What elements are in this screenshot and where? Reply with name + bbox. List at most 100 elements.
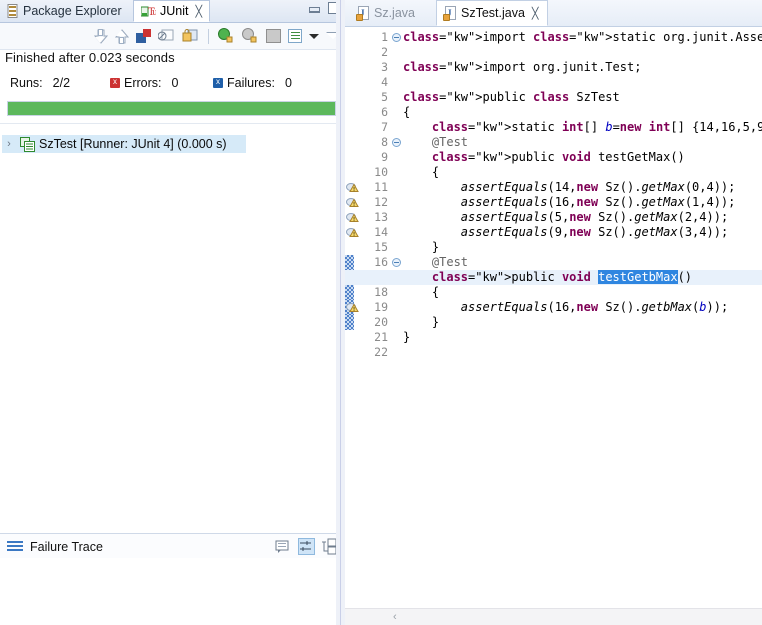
package-explorer-icon: [7, 4, 19, 18]
junit-counters: Runs: 2/2 Errors: 0 Failures: 0: [0, 74, 344, 96]
eclipse-workbench: Package Explorer T u JUnit ╳ Finished af…: [0, 0, 762, 625]
editor-tabbar: J Sz.java J SzTest.java ╳: [345, 0, 762, 27]
chevron-down-icon[interactable]: [309, 33, 319, 39]
error-box-icon: [110, 76, 120, 88]
code-line[interactable]: }: [403, 240, 439, 255]
line-number: 5: [381, 90, 388, 104]
code-line[interactable]: @Test: [403, 135, 468, 150]
code-line[interactable]: {: [403, 285, 439, 300]
line-number: 19: [374, 300, 388, 314]
editor-source-text[interactable]: class="kw">import class="kw">static org.…: [345, 27, 762, 609]
warning-marker-icon[interactable]: [346, 211, 360, 224]
close-icon[interactable]: ╳: [195, 5, 202, 18]
code-editor[interactable]: 12345678910111213141516171819202122 clas…: [345, 27, 762, 609]
change-bar-segment: [345, 255, 354, 270]
rerun-test-icon[interactable]: [218, 27, 235, 45]
code-line[interactable]: }: [403, 315, 439, 330]
fold-toggle-icon[interactable]: [391, 135, 402, 150]
code-line[interactable]: class="kw">public void testGetbMax(): [403, 270, 692, 285]
editor-tab-sztest[interactable]: J SzTest.java ╳: [436, 0, 548, 26]
text-selection: testGetbMax: [598, 270, 678, 284]
warning-marker-icon[interactable]: [346, 196, 360, 209]
editor-tab-label-sz: Sz.java: [374, 6, 415, 20]
code-line[interactable]: class="kw">static int[] b=new int[] {14,…: [403, 120, 762, 135]
code-line[interactable]: class="kw">public class SzTest: [403, 90, 620, 105]
toolbar-separator: [208, 28, 209, 44]
next-failed-test-icon[interactable]: [93, 28, 109, 44]
counter-errors-value: 0: [171, 76, 179, 90]
line-number: 4: [381, 75, 388, 89]
previous-failed-test-icon[interactable]: [114, 28, 130, 44]
stop-junit-test-run-icon[interactable]: [157, 28, 175, 45]
code-line[interactable]: class="kw">import org.junit.Test;: [403, 60, 641, 75]
lock-scroll-icon[interactable]: [182, 28, 199, 45]
line-number: 22: [374, 345, 388, 359]
warning-marker-icon[interactable]: [346, 301, 360, 314]
line-number: 7: [381, 120, 388, 134]
tree-item-label: SzTest [Runner: JUnit 4] (0.000 s): [39, 137, 227, 151]
line-number: 18: [374, 285, 388, 299]
editor-line-numbers: 12345678910111213141516171819202122: [362, 27, 390, 609]
editor-horizontal-scrollbar[interactable]: ‹: [345, 608, 762, 625]
line-number: 6: [381, 105, 388, 119]
show-failures-only-icon[interactable]: [136, 29, 151, 43]
scroll-left-icon[interactable]: ‹: [393, 611, 397, 623]
tree-item-sztest[interactable]: › SzTest [Runner: JUnit 4] (0.000 s): [2, 135, 246, 153]
line-number: 12: [374, 195, 388, 209]
counter-errors-label: Errors:: [124, 76, 162, 90]
panel-divider[interactable]: [336, 0, 345, 625]
tab-junit[interactable]: T u JUnit ╳: [133, 0, 211, 22]
failure-trace-icon: [7, 540, 23, 553]
line-number: 10: [374, 165, 388, 179]
code-line[interactable]: class="kw">import class="kw">static org.…: [403, 30, 762, 45]
rerun-test-failures-icon[interactable]: [242, 27, 259, 45]
line-number: 13: [374, 210, 388, 224]
failure-trace-body[interactable]: [0, 558, 344, 625]
junit-results-tree[interactable]: › SzTest [Runner: JUnit 4] (0.000 s): [0, 123, 344, 529]
code-line[interactable]: assertEquals(5,new Sz().getMax(2,4));: [403, 210, 728, 225]
junit-progress-bar: [7, 101, 336, 116]
editor-tab-sz[interactable]: J Sz.java: [350, 0, 423, 26]
warning-marker-icon[interactable]: [346, 181, 360, 194]
history-icon[interactable]: [266, 29, 281, 43]
junit-view-panel: Package Explorer T u JUnit ╳ Finished af…: [0, 0, 344, 625]
line-number: 21: [374, 330, 388, 344]
code-line[interactable]: }: [403, 330, 410, 345]
line-number: 3: [381, 60, 388, 74]
tab-label-package-explorer: Package Explorer: [23, 4, 122, 18]
junit-toolbar: [0, 23, 344, 50]
line-number: 9: [381, 150, 388, 164]
fold-toggle-icon[interactable]: [391, 255, 402, 270]
code-line[interactable]: assertEquals(9,new Sz().getMax(3,4));: [403, 225, 728, 240]
counter-runs-label: Runs:: [10, 76, 43, 90]
code-line[interactable]: @Test: [403, 255, 468, 270]
junit-icon: T u: [140, 4, 158, 18]
counter-failures-value: 0: [284, 76, 292, 90]
compare-result-icon[interactable]: [275, 538, 292, 555]
code-line[interactable]: {: [403, 105, 410, 120]
line-number: 2: [381, 45, 388, 59]
line-number: 20: [374, 315, 388, 329]
minimize-icon[interactable]: [308, 3, 321, 14]
filter-stack-trace-icon[interactable]: [298, 538, 315, 555]
junit-progress-fill: [8, 102, 335, 115]
code-line[interactable]: {: [403, 165, 439, 180]
editor-annotation-ruler[interactable]: [345, 27, 362, 609]
svg-text:u: u: [152, 8, 156, 18]
line-number: 8: [381, 135, 388, 149]
line-number: 15: [374, 240, 388, 254]
fold-toggle-icon[interactable]: [391, 30, 402, 45]
expand-arrow-icon[interactable]: ›: [2, 138, 16, 150]
tab-package-explorer[interactable]: Package Explorer: [0, 0, 129, 22]
junit-status-text: Finished after 0.023 seconds: [5, 50, 175, 65]
code-line[interactable]: assertEquals(16,new Sz().getbMax(b));: [403, 300, 728, 315]
editor-tab-label-sztest: SzTest.java: [461, 6, 525, 20]
warning-marker-icon[interactable]: [346, 226, 360, 239]
code-line[interactable]: assertEquals(14,new Sz().getMax(0,4));: [403, 180, 736, 195]
code-line[interactable]: class="kw">public void testGetMax(): [403, 150, 685, 165]
code-line[interactable]: assertEquals(16,new Sz().getMax(1,4));: [403, 195, 736, 210]
view-menu-list-icon[interactable]: [288, 29, 302, 43]
failure-trace-tools: [275, 538, 338, 555]
counter-errors: Errors: 0: [110, 76, 178, 90]
close-icon[interactable]: ╳: [532, 7, 539, 20]
